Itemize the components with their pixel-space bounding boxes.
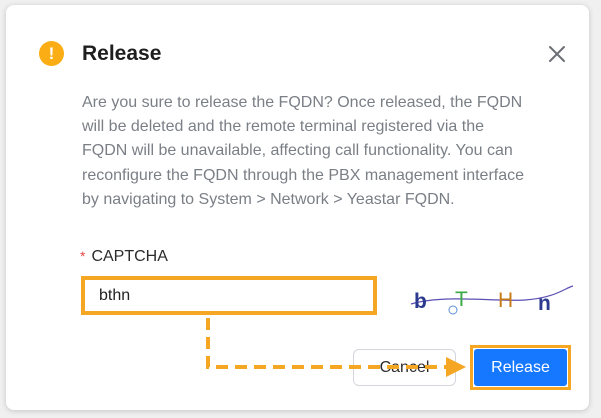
cancel-button[interactable]: Cancel (353, 349, 456, 386)
captcha-char: T (455, 288, 468, 311)
release-button-highlight: Release (470, 345, 571, 390)
captcha-image[interactable]: b T H n (405, 280, 575, 316)
message-line: reconfigure the FQDN through the PBX man… (82, 166, 525, 184)
captcha-label: * CAPTCHA (80, 245, 168, 268)
release-button[interactable]: Release (474, 349, 567, 386)
required-mark: * (80, 248, 86, 264)
dialog-message: Are you sure to release the FQDN? Once r… (82, 91, 582, 212)
dialog-title: Release (82, 42, 162, 65)
message-line: by navigating to System > Network > Yeas… (82, 190, 455, 208)
message-line: Are you sure to release the FQDN? Once r… (82, 94, 523, 111)
captcha-char: b (414, 290, 427, 313)
captcha-char: H (498, 289, 513, 312)
captcha-label-text: CAPTCHA (91, 248, 168, 265)
message-line: FQDN will be unavailable, affecting call… (82, 142, 513, 160)
captcha-char: n (538, 292, 551, 315)
close-icon[interactable] (546, 43, 568, 65)
message-line: will be deleted and the remote terminal … (82, 118, 484, 136)
exclamation-circle-icon: ! (39, 41, 64, 66)
captcha-input[interactable] (81, 276, 377, 315)
